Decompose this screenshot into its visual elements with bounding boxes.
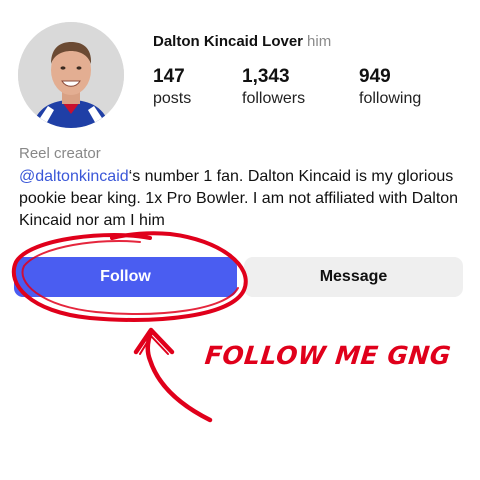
red-arrow-marker xyxy=(145,329,213,423)
stat-followers-value: 1,343 xyxy=(242,66,290,87)
message-button[interactable]: Message xyxy=(244,257,463,297)
stat-followers-label: followers xyxy=(242,90,306,107)
profile-category: Reel creator xyxy=(19,145,101,162)
follow-button[interactable]: Follow xyxy=(14,257,237,297)
annotation-text: FOLLOW ME GNG xyxy=(203,341,453,370)
stat-posts-label: posts xyxy=(153,90,192,107)
profile-pronoun: him xyxy=(307,33,332,50)
profile-bio: @daltonkincaid‘s number 1 fan. Dalton Ki… xyxy=(19,166,469,232)
stat-followers[interactable]: 1,343 followers xyxy=(242,66,305,110)
bio-mention-link[interactable]: @daltonkincaid xyxy=(19,168,129,185)
stat-following-value: 949 xyxy=(359,66,391,87)
stat-following[interactable]: 949 following xyxy=(359,66,421,110)
stat-posts[interactable]: 147 posts xyxy=(153,66,191,110)
profile-name-row: Dalton Kincaid Lover him xyxy=(153,33,331,50)
avatar-photo xyxy=(18,22,124,128)
stat-posts-value: 147 xyxy=(153,66,185,87)
profile-name: Dalton Kincaid Lover xyxy=(153,33,304,50)
profile-avatar[interactable] xyxy=(18,22,124,128)
stat-following-label: following xyxy=(359,90,422,107)
